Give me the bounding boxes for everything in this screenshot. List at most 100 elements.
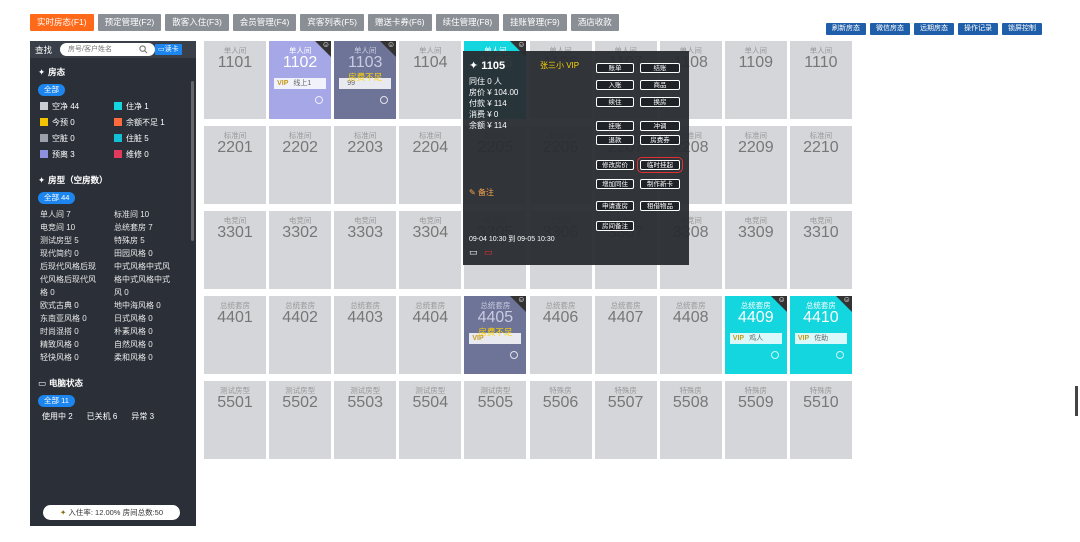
popup-action-button[interactable]: 换房 bbox=[640, 97, 680, 107]
status-item[interactable]: 今预 0 bbox=[40, 116, 114, 128]
status-item[interactable]: 住脏 5 bbox=[114, 132, 194, 144]
tab-3[interactable]: 会员管理(F4) bbox=[232, 14, 297, 31]
room-card[interactable]: 标准间 2201 bbox=[204, 126, 266, 204]
room-type-item[interactable]: 自然风格 0 bbox=[114, 338, 194, 350]
room-card[interactable]: 总统套房 4406 bbox=[529, 296, 592, 374]
room-type-item[interactable]: 标准间 10 bbox=[114, 208, 194, 220]
room-type-all-pill[interactable]: 全部 44 bbox=[38, 192, 76, 204]
popup-action-button[interactable]: 挂账 bbox=[596, 121, 634, 131]
page-scrollbar[interactable] bbox=[1075, 386, 1078, 416]
room-type-item[interactable]: 格 0 bbox=[40, 286, 114, 298]
room-card[interactable]: 总统套房 4402 bbox=[269, 296, 332, 374]
room-card[interactable]: 总统套房 4403 bbox=[334, 296, 397, 374]
popup-action-button[interactable]: 退款 bbox=[596, 135, 634, 145]
room-card[interactable]: 单人间 1104 bbox=[399, 41, 462, 119]
room-card[interactable]: 标准间 2204 bbox=[399, 126, 462, 204]
pc-stat[interactable]: 已关机 6 bbox=[87, 411, 118, 422]
room-type-item[interactable]: 田园风格 0 bbox=[114, 247, 194, 259]
status-item[interactable]: 空脏 0 bbox=[40, 132, 114, 144]
pc-stat[interactable]: 异常 3 bbox=[131, 411, 154, 422]
room-card[interactable]: 总统套房 4407 bbox=[594, 296, 657, 374]
popup-action-button[interactable]: 账单 bbox=[596, 63, 634, 73]
room-type-item[interactable]: 日式风格 0 bbox=[114, 312, 194, 324]
room-card[interactable]: 特殊房 5507 bbox=[594, 381, 657, 459]
pc-stat[interactable]: 使用中 2 bbox=[42, 411, 73, 422]
room-card[interactable]: 特殊房 5510 bbox=[789, 381, 852, 459]
room-type-item[interactable]: 中式风格中式风 bbox=[114, 260, 194, 272]
status-item[interactable]: 维修 0 bbox=[114, 148, 194, 160]
room-card[interactable]: 单人间 1102 ☺ VIP 线上1 bbox=[269, 40, 332, 119]
room-type-item[interactable]: 柔和风格 0 bbox=[114, 351, 194, 363]
room-card[interactable]: 总统套房 4409 ☺ VIP 鸡人 bbox=[724, 295, 787, 374]
room-card[interactable]: 测试房型 5505 bbox=[464, 381, 527, 459]
room-card[interactable]: 总统套房 4408 bbox=[659, 296, 722, 374]
status-item[interactable]: 住净 1 bbox=[114, 100, 194, 112]
room-card[interactable]: 测试房型 5501 bbox=[204, 381, 266, 459]
room-card[interactable]: 单人间 1101 bbox=[204, 41, 266, 119]
popup-action-button[interactable]: 续住 bbox=[596, 97, 634, 107]
popup-action-button[interactable]: 申请查房 bbox=[596, 201, 634, 211]
search-icon[interactable] bbox=[139, 45, 148, 54]
popup-action-button[interactable]: 结账 bbox=[640, 63, 680, 73]
sidebar-scrollbar[interactable] bbox=[191, 81, 194, 241]
tab-4[interactable]: 宾客列表(F5) bbox=[300, 14, 364, 31]
room-type-item[interactable]: 总统套房 7 bbox=[114, 221, 194, 233]
status-item[interactable]: 预离 3 bbox=[40, 148, 114, 160]
room-card[interactable]: 总统套房 4410 ☺ VIP 佐助 bbox=[789, 295, 852, 374]
room-card[interactable]: 特殊房 5508 bbox=[659, 381, 722, 459]
top-action-button[interactable]: 微信房态 bbox=[870, 23, 910, 35]
room-card[interactable]: 总统套房 4404 bbox=[399, 296, 462, 374]
room-type-item[interactable]: 精致风格 0 bbox=[40, 338, 114, 350]
tab-7[interactable]: 挂账管理(F9) bbox=[503, 14, 567, 31]
room-type-item[interactable]: 轻快风格 0 bbox=[40, 351, 114, 363]
tab-2[interactable]: 散客入住(F3) bbox=[165, 14, 229, 31]
room-card[interactable]: 特殊房 5509 bbox=[724, 381, 787, 459]
room-card[interactable]: 测试房型 5503 bbox=[334, 381, 397, 459]
tab-6[interactable]: 续住管理(F8) bbox=[435, 14, 500, 31]
room-card[interactable]: 单人间 1103 ☺ 99 房费不足 bbox=[334, 40, 397, 119]
room-type-item[interactable]: 现代简约 0 bbox=[40, 247, 114, 259]
status-all-pill[interactable]: 全部 bbox=[38, 84, 65, 96]
room-card[interactable]: 标准间 2210 bbox=[789, 126, 852, 204]
status-item[interactable]: 空净 44 bbox=[40, 100, 114, 112]
top-action-button[interactable]: 刷新房态 bbox=[826, 23, 866, 35]
room-type-item[interactable]: 时尚混搭 0 bbox=[40, 325, 114, 337]
room-card[interactable]: 标准间 2209 bbox=[724, 126, 787, 204]
room-type-item[interactable]: 后现代风格后现 bbox=[40, 260, 114, 272]
read-card-button[interactable]: ▭读卡 bbox=[155, 44, 182, 55]
pc-all-pill[interactable]: 全部 11 bbox=[38, 395, 75, 407]
tab-8[interactable]: 酒店收款 bbox=[570, 14, 619, 31]
room-type-item[interactable]: 欧式古典 0 bbox=[40, 299, 114, 311]
top-action-button[interactable]: 锁屏控制 bbox=[1002, 23, 1042, 35]
room-type-item[interactable]: 东南亚风格 0 bbox=[40, 312, 114, 324]
tab-1[interactable]: 预定管理(F2) bbox=[97, 14, 162, 31]
room-card[interactable]: 电竞间 3303 bbox=[334, 211, 397, 289]
room-type-item[interactable]: 单人间 7 bbox=[40, 208, 114, 220]
room-card[interactable]: 测试房型 5502 bbox=[269, 381, 332, 459]
room-card[interactable]: 标准间 2203 bbox=[334, 126, 397, 204]
popup-action-button[interactable]: 制作新卡 bbox=[640, 179, 680, 189]
popup-action-button[interactable]: 入账 bbox=[596, 80, 634, 90]
room-card[interactable]: 电竞间 3302 bbox=[269, 211, 332, 289]
room-type-item[interactable]: 特殊房 5 bbox=[114, 234, 194, 246]
room-type-item[interactable]: 电竞间 10 bbox=[40, 221, 114, 233]
room-type-item[interactable]: 代风格后现代风 bbox=[40, 273, 114, 285]
room-card[interactable]: 特殊房 5506 bbox=[529, 381, 592, 459]
room-type-item[interactable]: 地中海风格 0 bbox=[114, 299, 194, 311]
room-card[interactable]: 单人间 1109 bbox=[724, 41, 787, 119]
room-card[interactable]: 电竞间 3304 bbox=[399, 211, 462, 289]
top-action-button[interactable]: 远期房态 bbox=[914, 23, 954, 35]
top-action-button[interactable]: 操作记录 bbox=[958, 23, 998, 35]
popup-action-button[interactable]: 增加同住 bbox=[596, 179, 634, 189]
tab-5[interactable]: 赠送卡券(F6) bbox=[367, 14, 432, 31]
room-card[interactable]: 标准间 2202 bbox=[269, 126, 332, 204]
popup-action-button[interactable]: 冲调 bbox=[640, 121, 680, 131]
popup-action-button[interactable]: 租借物品 bbox=[640, 201, 680, 211]
room-type-item[interactable]: 格中式风格中式 bbox=[114, 273, 194, 285]
room-card[interactable]: 测试房型 5504 bbox=[399, 381, 462, 459]
room-card[interactable]: 电竞间 3309 bbox=[724, 211, 787, 289]
popup-action-button[interactable]: 房间备注 bbox=[596, 221, 634, 231]
room-type-item[interactable]: 朴素风格 0 bbox=[114, 325, 194, 337]
popup-action-button[interactable]: 房费券 bbox=[640, 135, 680, 145]
room-type-item[interactable]: 风 0 bbox=[114, 286, 194, 298]
